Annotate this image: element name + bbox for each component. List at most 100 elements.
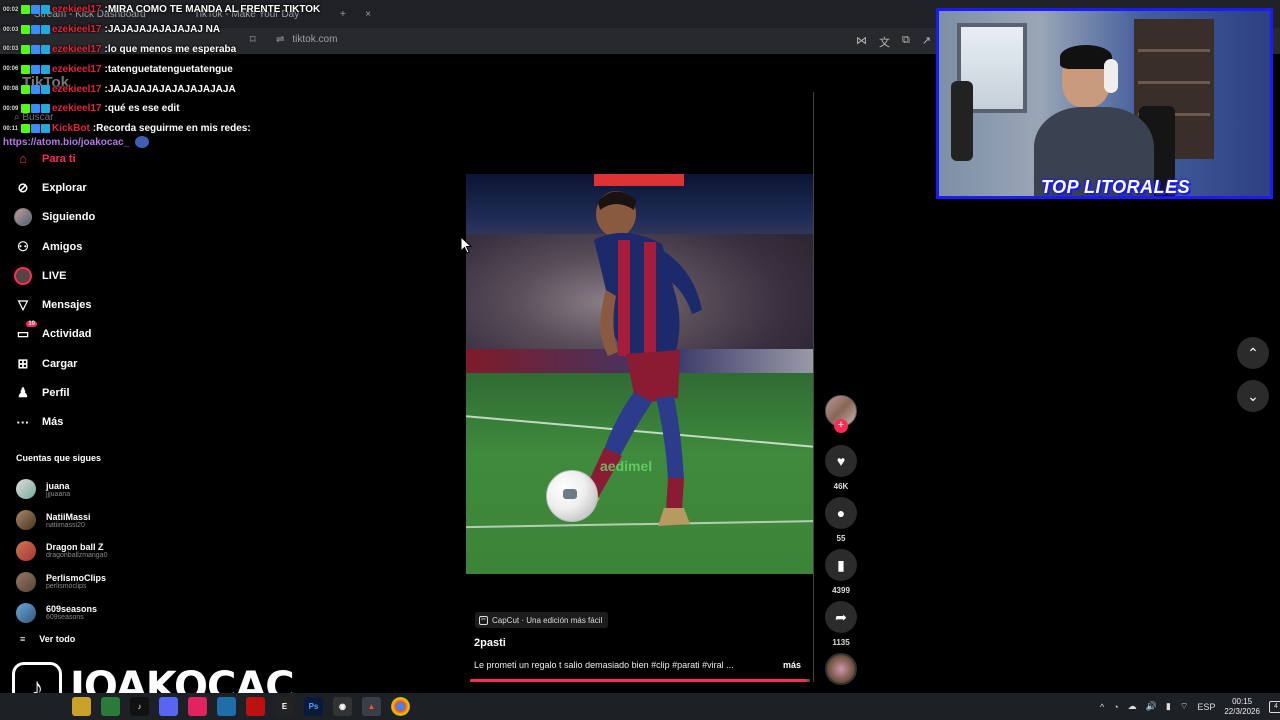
microphone-icon[interactable]: ▮ — [1166, 701, 1171, 712]
badge-icon — [31, 44, 40, 54]
tiktok-live-icon[interactable] — [188, 697, 207, 716]
chat-link[interactable]: https://atom.bio/joakocac_ — [3, 136, 150, 148]
badge-icon — [21, 44, 30, 54]
badge-icon — [31, 104, 40, 114]
following-item[interactable]: 609seasons 609seasons — [16, 597, 146, 628]
nav-item-amigos[interactable]: ⚇ Amigos — [14, 232, 144, 261]
video-player[interactable]: aedimel — [466, 174, 814, 574]
epic-games-icon[interactable]: E — [275, 697, 294, 716]
following-item[interactable]: juana jjjuaana — [16, 474, 146, 505]
nav-item-cargar[interactable]: ⊞ Cargar — [14, 349, 144, 378]
nav-label: Mensajes — [42, 299, 92, 312]
translate-icon[interactable]: 文 — [879, 34, 890, 50]
nav-label: Amigos — [42, 240, 83, 253]
chevron-up-icon[interactable]: ^ — [1100, 702, 1104, 712]
language-indicator[interactable]: ESP — [1197, 702, 1215, 712]
clock-time: 00:15 — [1232, 696, 1253, 706]
previous-video-button[interactable]: ⌃ — [1237, 337, 1269, 369]
nav-item-perfil[interactable]: ♟ Perfil — [14, 378, 144, 407]
more-icon: ··· — [16, 414, 30, 430]
close-tab-icon[interactable]: × — [365, 9, 371, 20]
emote-icon — [135, 136, 150, 148]
follow-plus-icon[interactable]: + — [834, 419, 848, 433]
share-button[interactable]: ➦ — [825, 601, 857, 633]
volume-icon[interactable]: 🔊 — [1146, 701, 1157, 712]
reader-mode-icon[interactable]: ⋈ — [856, 34, 867, 50]
friends-icon: ⚇ — [17, 238, 29, 254]
chat-username[interactable]: ezekieel17 — [52, 24, 102, 35]
discord-icon[interactable] — [159, 697, 178, 716]
clock-date: 22/3/2026 — [1224, 706, 1260, 716]
like-button[interactable]: ♥ — [825, 445, 857, 477]
clock[interactable]: 00:15 22/3/2026 — [1224, 697, 1260, 717]
main-nav: ⌂ Para ti ⊘ Explorar Siguiendo ⚇ Amigos … — [14, 144, 144, 437]
nav-label: Cargar — [42, 357, 78, 370]
chat-text: tatenguetatenguetatengue — [107, 63, 233, 75]
chat-username[interactable]: ezekieel17 — [52, 4, 102, 15]
chat-username[interactable]: ezekieel17 — [52, 64, 102, 75]
more-button[interactable]: más — [783, 660, 801, 670]
network-icon[interactable]: ◔ — [1113, 702, 1118, 712]
video-author[interactable]: 2pasti — [474, 637, 506, 649]
capcut-badge[interactable]: ✂ CapCut · Una edición más fácil — [475, 612, 609, 628]
nav-item-mas[interactable]: ··· Más — [14, 408, 144, 437]
nav-item-explorar[interactable]: ⊘ Explorar — [14, 173, 144, 202]
badge-icon — [21, 124, 30, 134]
onedrive-icon[interactable]: ☁ — [1128, 701, 1137, 712]
chat-badges — [21, 84, 50, 94]
save-button[interactable]: ▮ — [825, 549, 857, 581]
nav-item-actividad[interactable]: ▭ 10 Actividad — [14, 320, 144, 349]
brave-icon[interactable]: ▲ — [362, 697, 381, 716]
chat-username[interactable]: KickBot — [52, 123, 90, 134]
chat-timestamp: 00:08 — [3, 86, 19, 93]
sound-disc-icon[interactable] — [825, 653, 857, 685]
chat-timestamp: 00:11 — [3, 125, 19, 132]
chat-text: lo que menos me esperaba — [107, 43, 237, 55]
chevron-down-icon: ⌄ — [1247, 387, 1259, 404]
bookmark-icon: ▮ — [837, 556, 845, 573]
badge-icon — [21, 5, 30, 15]
nav-item-siguiendo[interactable]: Siguiendo — [14, 203, 144, 232]
comment-button[interactable]: ● — [825, 497, 857, 529]
nav-item-para-ti[interactable]: ⌂ Para ti — [14, 144, 144, 173]
following-handle: natiimassi20 — [46, 521, 85, 529]
nav-item-mensajes[interactable]: ▽ Mensajes — [14, 290, 144, 319]
whatsapp-icon[interactable] — [101, 697, 120, 716]
chat-username[interactable]: ezekieel17 — [52, 103, 102, 114]
open-external-icon[interactable]: ⧉ — [902, 34, 910, 50]
chat-message: 00:03 ezekieel17: JAJAJAJAJAJAJAJ NA — [0, 20, 340, 40]
avatar — [16, 540, 36, 561]
steam-icon[interactable] — [217, 697, 236, 716]
chat-message: 00:02 ezekieel17: MIRA COMO TE MANDA AL F… — [0, 0, 340, 20]
following-handle: 609seasons — [46, 614, 84, 622]
heart-icon: ♥ — [836, 453, 846, 469]
next-video-button[interactable]: ⌄ — [1237, 380, 1269, 412]
chat-username[interactable]: ezekieel17 — [52, 84, 102, 95]
share-icon[interactable]: ↗ — [922, 34, 931, 50]
following-name: PerlismoClips — [46, 573, 107, 584]
following-item[interactable]: Dragon ball Zdragonballzmanga0 — [16, 536, 146, 567]
chat-username[interactable]: ezekieel17 — [52, 44, 102, 55]
photoshop-icon[interactable]: Ps — [304, 697, 323, 716]
see-all-link[interactable]: ≡ Ver todo — [20, 634, 75, 644]
obs-icon[interactable]: ◉ — [333, 697, 352, 716]
stream-chat: 00:02 ezekieel17: MIRA COMO TE MANDA AL F… — [0, 0, 340, 139]
nav-item-live[interactable]: LIVE — [14, 261, 144, 290]
file-explorer-icon[interactable] — [72, 697, 91, 716]
following-item[interactable]: PerlismoClips perlismoclips — [16, 566, 146, 597]
avatar-icon — [14, 208, 32, 227]
wifi-icon[interactable]: ⌔ — [1180, 701, 1188, 712]
capcut-label: CapCut · Una edición más fácil — [492, 615, 603, 625]
notifications-icon[interactable]: 4 — [1268, 700, 1280, 713]
inbox-icon: ▭ 10 — [16, 321, 37, 342]
following-item[interactable]: NatiiMassi natiimassi20 — [16, 505, 146, 536]
activity-badge: 10 — [26, 321, 37, 328]
chat-badges — [21, 124, 50, 134]
app-icon[interactable] — [246, 697, 265, 716]
chat-text: JAJAJAJAJAJAJAJ NA — [107, 24, 221, 36]
share-arrow-icon: ➦ — [835, 608, 847, 625]
tiktok-app-icon[interactable]: ♪ — [130, 697, 149, 716]
video-progress[interactable] — [470, 679, 810, 682]
nav-label: Siguiendo — [42, 211, 96, 224]
chrome-icon[interactable] — [391, 697, 410, 716]
